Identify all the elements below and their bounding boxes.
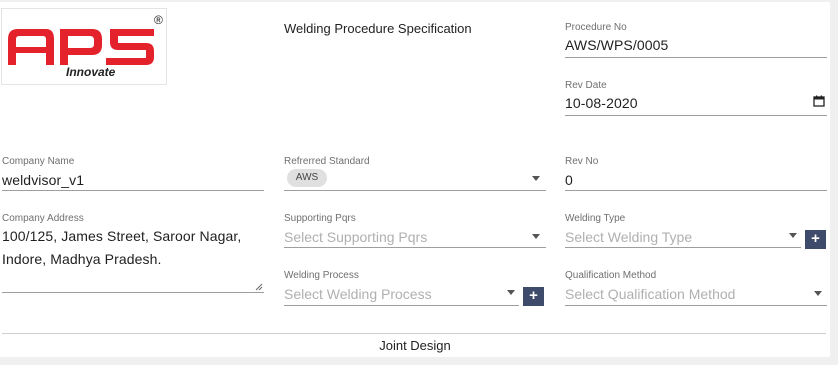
add-welding-process-button[interactable]: + bbox=[523, 287, 544, 306]
welding-process-label: Welding Process bbox=[284, 270, 359, 281]
company-address-underline bbox=[2, 292, 264, 293]
procedure-no-input[interactable]: AWS/WPS/0005 bbox=[565, 37, 668, 53]
rev-date-input[interactable]: 10-08-2020 bbox=[565, 95, 638, 111]
svg-text:Innovate: Innovate bbox=[66, 65, 116, 79]
company-name-input[interactable]: weldvisor_v1 bbox=[2, 172, 84, 188]
company-address-line2[interactable]: Indore, Madhya Pradesh. bbox=[2, 251, 162, 267]
rev-no-label: Rev No bbox=[565, 156, 599, 167]
add-welding-type-button[interactable]: + bbox=[805, 230, 826, 249]
supporting-pqrs-underline bbox=[284, 247, 546, 248]
welding-process-underline bbox=[284, 305, 519, 306]
referred-standard-chip[interactable]: AWS bbox=[287, 169, 327, 187]
resize-handle-icon[interactable] bbox=[255, 283, 263, 291]
company-address-line1[interactable]: 100/125, James Street, Saroor Nagar, bbox=[2, 228, 241, 244]
company-logo: Innovate bbox=[1, 8, 167, 85]
rev-date-underline bbox=[565, 115, 827, 116]
joint-design-heading: Joint Design bbox=[379, 338, 451, 353]
chevron-down-icon[interactable] bbox=[814, 291, 822, 296]
procedure-no-underline bbox=[565, 57, 827, 58]
welding-type-underline bbox=[565, 247, 801, 248]
chevron-down-icon[interactable] bbox=[532, 176, 540, 181]
registered-mark: ® bbox=[154, 13, 163, 27]
page-title: Welding Procedure Specification bbox=[284, 21, 472, 36]
company-name-label: Company Name bbox=[2, 156, 75, 167]
chevron-down-icon[interactable] bbox=[507, 290, 515, 295]
calendar-icon[interactable] bbox=[813, 95, 825, 107]
rev-no-input[interactable]: 0 bbox=[565, 172, 573, 188]
referred-standard-underline bbox=[284, 190, 546, 191]
company-name-underline bbox=[2, 190, 264, 191]
qualification-method-underline bbox=[565, 305, 827, 306]
supporting-pqrs-label: Supporting Pqrs bbox=[284, 213, 356, 224]
section-divider bbox=[2, 333, 826, 334]
referred-standard-label: Refrerred Standard bbox=[284, 156, 370, 167]
qualification-method-label: Qualification Method bbox=[565, 270, 657, 281]
procedure-no-label: Procedure No bbox=[565, 22, 627, 33]
welding-type-label: Welding Type bbox=[565, 213, 626, 224]
supporting-pqrs-select[interactable]: Select Supporting Pqrs bbox=[284, 229, 427, 245]
chevron-down-icon[interactable] bbox=[532, 234, 540, 239]
rev-no-underline bbox=[565, 190, 827, 191]
qualification-method-select[interactable]: Select Qualification Method bbox=[565, 286, 735, 302]
rev-date-label: Rev Date bbox=[565, 80, 607, 91]
chevron-down-icon[interactable] bbox=[789, 233, 797, 238]
company-address-label: Company Address bbox=[2, 213, 84, 224]
aps-logo-icon: Innovate bbox=[8, 29, 154, 79]
welding-type-select[interactable]: Select Welding Type bbox=[565, 229, 692, 245]
welding-process-select[interactable]: Select Welding Process bbox=[284, 286, 432, 302]
